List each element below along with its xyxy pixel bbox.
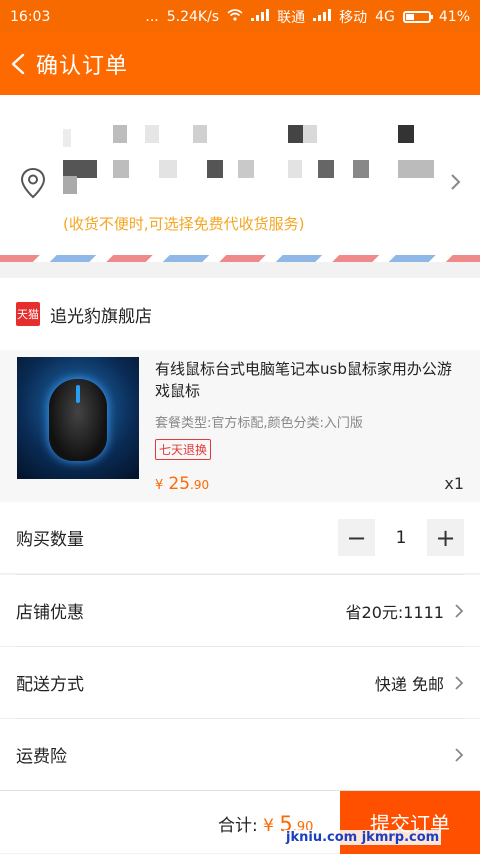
return-policy-badge: 七天退换 bbox=[155, 439, 212, 460]
chevron-right-icon bbox=[455, 675, 464, 690]
airmail-border bbox=[0, 255, 480, 262]
delivery-label: 配送方式 bbox=[16, 675, 84, 695]
price-integer: 25 bbox=[168, 474, 191, 494]
coupon-value: 省20元:1111 bbox=[345, 602, 444, 622]
delivery-row[interactable]: 配送方式 快递 免邮 bbox=[0, 647, 480, 718]
price-currency: ¥ bbox=[155, 478, 164, 493]
total-label: 合计: bbox=[218, 816, 258, 836]
chevron-right-icon bbox=[455, 603, 464, 618]
status-bar: 16:03 ... 5.24K/s 联通 移动 4G 41% bbox=[0, 0, 480, 33]
back-arrow-icon[interactable] bbox=[8, 53, 30, 75]
address-note: (收货不便时,可选择免费代收货服务) bbox=[63, 215, 305, 233]
battery-icon bbox=[402, 10, 433, 23]
status-dots: ... bbox=[145, 8, 159, 25]
coupon-label: 店铺优惠 bbox=[16, 603, 84, 623]
quantity-stepper: − 1 + bbox=[338, 519, 464, 556]
wifi-icon bbox=[227, 8, 243, 25]
product-image bbox=[17, 357, 139, 479]
decrease-button[interactable]: − bbox=[338, 519, 375, 556]
quantity-value[interactable]: 1 bbox=[375, 528, 427, 548]
status-time: 16:03 bbox=[10, 8, 51, 25]
increase-button[interactable]: + bbox=[427, 519, 464, 556]
location-pin-icon bbox=[20, 167, 46, 199]
quantity-label: 购买数量 bbox=[16, 530, 84, 550]
insurance-label: 运费险 bbox=[16, 747, 67, 767]
total-currency: ¥ bbox=[263, 816, 274, 836]
store-header[interactable]: 天猫 追光豹旗舰店 bbox=[0, 278, 480, 350]
network-type: 4G bbox=[375, 8, 395, 25]
carrier-2: 移动 bbox=[339, 9, 368, 26]
address-detail-blurred bbox=[63, 160, 443, 194]
page-title: 确认订单 bbox=[36, 54, 129, 79]
product-quantity: x1 bbox=[444, 474, 464, 493]
signal-icon bbox=[313, 8, 332, 25]
product-price: ¥ 25.90 bbox=[155, 474, 209, 494]
coupon-value-group: 省20元:1111 bbox=[346, 599, 464, 623]
battery-percent: 41% bbox=[438, 8, 470, 25]
delivery-value: 快递 免邮 bbox=[374, 674, 444, 694]
watermark: jkniu.com jkmrp.com bbox=[284, 830, 442, 845]
store-coupon-row[interactable]: 店铺优惠 省20元:1111 bbox=[0, 575, 480, 646]
product-spec: 套餐类型:官方标配,颜色分类:入门版 bbox=[155, 416, 363, 431]
address-recipient-blurred bbox=[63, 125, 443, 147]
delivery-value-group: 快递 免邮 bbox=[375, 671, 464, 695]
insurance-value-group bbox=[454, 747, 464, 763]
gaming-mouse-image bbox=[49, 379, 107, 461]
chevron-right-icon bbox=[455, 747, 464, 762]
quantity-row: 购买数量 − 1 + bbox=[0, 502, 480, 573]
product-item[interactable]: 有线鼠标台式电脑笔记本usb鼠标家用办公游戏鼠标 套餐类型:官方标配,颜色分类:… bbox=[0, 350, 480, 502]
address-card[interactable]: (收货不便时,可选择免费代收货服务) bbox=[0, 95, 480, 255]
battery-fill bbox=[405, 13, 414, 20]
carrier-1: 联通 bbox=[277, 9, 306, 26]
product-title: 有线鼠标台式电脑笔记本usb鼠标家用办公游戏鼠标 bbox=[155, 360, 452, 400]
tmall-logo-icon: 天猫 bbox=[16, 302, 40, 326]
shipping-insurance-row[interactable]: 运费险 bbox=[0, 719, 480, 790]
store-name: 追光豹旗舰店 bbox=[50, 306, 152, 327]
price-decimal: .90 bbox=[190, 478, 210, 492]
chevron-right-icon bbox=[450, 173, 462, 191]
network-speed: 5.24K/s bbox=[166, 8, 220, 25]
signal-icon bbox=[251, 8, 270, 25]
nav-bar: 确认订单 bbox=[0, 33, 480, 95]
status-indicators: ... 5.24K/s 联通 移动 4G 41% bbox=[145, 7, 470, 27]
